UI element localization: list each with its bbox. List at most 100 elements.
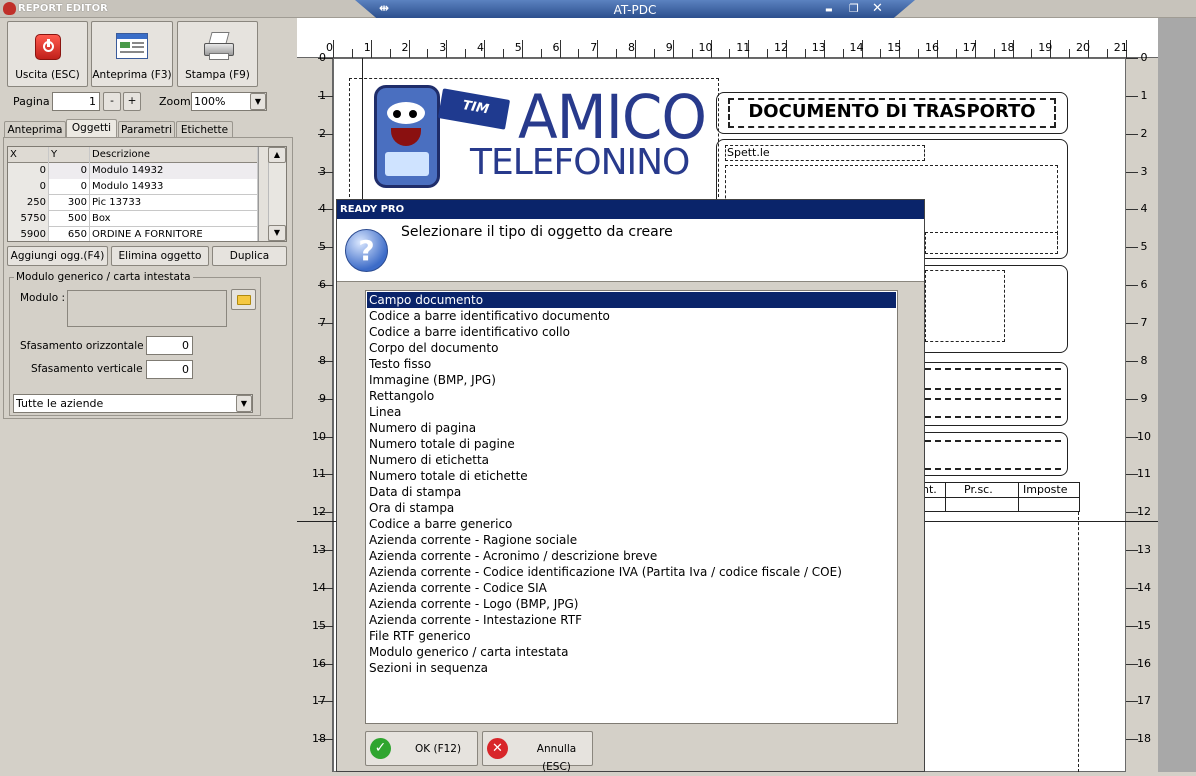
table-row[interactable]: 250 300 Pic 13733 (8, 195, 258, 211)
chevron-down-icon[interactable]: ▼ (236, 395, 252, 412)
h-offset-input[interactable]: 0 (146, 336, 193, 355)
list-item[interactable]: Modulo generico / carta intestata (367, 644, 896, 660)
ruler-label: 2 (1140, 126, 1148, 140)
list-item[interactable]: Azienda corrente - Codice SIA (367, 580, 896, 596)
list-item[interactable]: Numero totale di pagine (367, 436, 896, 452)
duplicate-button[interactable]: Duplica (212, 246, 287, 266)
header-descrizione[interactable]: Descrizione (90, 147, 258, 163)
ruler-tick (578, 49, 580, 58)
ruler-label: 4 (1140, 202, 1148, 216)
list-item[interactable]: File RTF generico (367, 628, 896, 644)
ruler-tick (427, 49, 429, 58)
header-x[interactable]: X (8, 147, 49, 163)
list-item[interactable]: Data di stampa (367, 484, 896, 500)
scroll-down-icon[interactable]: ▼ (268, 225, 286, 241)
page-minus-button[interactable]: - (103, 92, 121, 111)
ruler-label: 10 (1137, 429, 1151, 443)
ruler-label: 9 (665, 41, 673, 54)
tab-etichette[interactable]: Etichette (176, 121, 233, 138)
ruler-label: 20 (1076, 41, 1090, 54)
table-row[interactable]: 5900 650 ORDINE A FORNITORE (8, 227, 258, 241)
list-item[interactable]: Linea (367, 404, 896, 420)
restore-icon[interactable]: ❐ (849, 2, 859, 15)
ruler-label: 8 (319, 353, 326, 367)
zoom-select[interactable]: 100% ▼ (191, 92, 267, 111)
create-object-dialog[interactable]: READY PRO ? Selezionare il tipo di ogget… (336, 199, 925, 773)
ruler-label: 18 (1137, 732, 1151, 746)
list-item[interactable]: Azienda corrente - Acronimo / descrizion… (367, 548, 896, 564)
ruler-label: 13 (811, 41, 826, 54)
table-row[interactable]: 0 0 Modulo 14932 (8, 163, 258, 179)
add-object-button[interactable]: Aggiungi ogg.(F4) (7, 246, 108, 266)
notes-field[interactable] (925, 440, 1061, 470)
scroll-up-icon[interactable]: ▲ (268, 147, 286, 163)
object-type-list[interactable]: Campo documento Codice a barre identifica… (365, 290, 898, 724)
chevron-down-icon[interactable]: ▼ (250, 93, 266, 110)
destination-field[interactable] (925, 270, 1005, 342)
tab-parametri[interactable]: Parametri (118, 121, 175, 138)
ruler-label: 7 (1140, 315, 1148, 329)
header-y[interactable]: Y (49, 147, 90, 163)
table-row[interactable]: 0 0 Modulo 14933 (8, 179, 258, 195)
folder-icon (237, 295, 251, 305)
ok-button[interactable]: ✓ OK (F12) (365, 731, 478, 766)
tab-anteprima[interactable]: Anteprima (4, 121, 66, 138)
list-item[interactable]: Azienda corrente - Intestazione RTF (367, 612, 896, 628)
ruler-label: 5 (514, 41, 522, 54)
minimize-icon[interactable]: ▬ (825, 5, 833, 14)
list-item[interactable]: Codice a barre identificativo collo (367, 324, 896, 340)
list-item[interactable]: Azienda corrente - Ragione sociale (367, 532, 896, 548)
list-item[interactable]: Numero di pagina (367, 420, 896, 436)
cell-y: 0 (49, 163, 90, 179)
list-item[interactable]: Corpo del documento (367, 340, 896, 356)
table-header: X Y Descrizione (8, 147, 258, 163)
list-item[interactable]: Sezioni in sequenza (367, 660, 896, 676)
list-item[interactable]: Immagine (BMP, JPG) (367, 372, 896, 388)
objects-table[interactable]: X Y Descrizione 0 0 Modulo 14932 0 0 Mod… (7, 146, 287, 242)
cell-x: 5900 (8, 227, 49, 241)
company-select[interactable]: Tutte le aziende ▼ (13, 394, 253, 413)
ruler-tick (729, 49, 731, 58)
list-item[interactable]: Ora di stampa (367, 500, 896, 516)
table-row[interactable]: 5750 500 Box (8, 211, 258, 227)
cancel-button[interactable]: ✕ Annulla (ESC) (482, 731, 593, 773)
ruler-label: 8 (628, 41, 635, 54)
list-item[interactable]: Testo fisso (367, 356, 896, 372)
print-button[interactable]: Stampa (F9) (177, 21, 258, 87)
body-section-dashed (362, 58, 363, 208)
page-plus-button[interactable]: + (123, 92, 141, 111)
ruler-label: 10 (312, 429, 326, 443)
delete-object-button[interactable]: Elimina oggetto (111, 246, 209, 266)
cell-desc: Modulo 14932 (90, 163, 258, 179)
list-item[interactable]: Numero totale di etichette (367, 468, 896, 484)
ruler-label: 12 (312, 505, 326, 519)
ruler-tick (880, 49, 882, 58)
ruler-label: 14 (312, 580, 326, 594)
list-item[interactable]: Azienda corrente - Codice identificazion… (367, 564, 896, 580)
document-tab[interactable]: ⇹ AT-PDC ▬ ❐ ✕ (355, 0, 915, 19)
cell-y: 650 (49, 227, 90, 241)
ruler-label: 11 (1137, 467, 1151, 481)
ruler-label: 17 (962, 41, 977, 54)
v-offset-label: Sfasamento verticale : (31, 363, 150, 375)
table-scrollbar[interactable]: ▲ ▼ (258, 147, 286, 241)
open-folder-button[interactable] (231, 289, 256, 310)
ruler-label: 2 (401, 41, 409, 54)
list-item[interactable]: Rettangolo (367, 388, 896, 404)
list-item[interactable]: Numero di etichetta (367, 452, 896, 468)
modulo-field[interactable] (67, 290, 227, 327)
close-icon[interactable]: ✕ (872, 1, 883, 16)
page-input[interactable]: 1 (52, 92, 100, 111)
destination-field[interactable] (925, 232, 1058, 254)
exit-button[interactable]: Uscita (ESC) (7, 21, 88, 87)
list-item[interactable]: Campo documento (367, 292, 896, 308)
transport-field[interactable] (925, 388, 1061, 400)
list-item[interactable]: Azienda corrente - Logo (BMP, JPG) (367, 596, 896, 612)
v-offset-input[interactable]: 0 (146, 360, 193, 379)
list-item[interactable]: Codice a barre generico (367, 516, 896, 532)
tab-oggetti[interactable]: Oggetti (66, 119, 117, 138)
ruler-tick (465, 49, 467, 58)
preview-button[interactable]: Anteprima (F3) (91, 21, 173, 87)
list-item[interactable]: Codice a barre identificativo documento (367, 308, 896, 324)
ruler-label: 15 (312, 618, 326, 632)
